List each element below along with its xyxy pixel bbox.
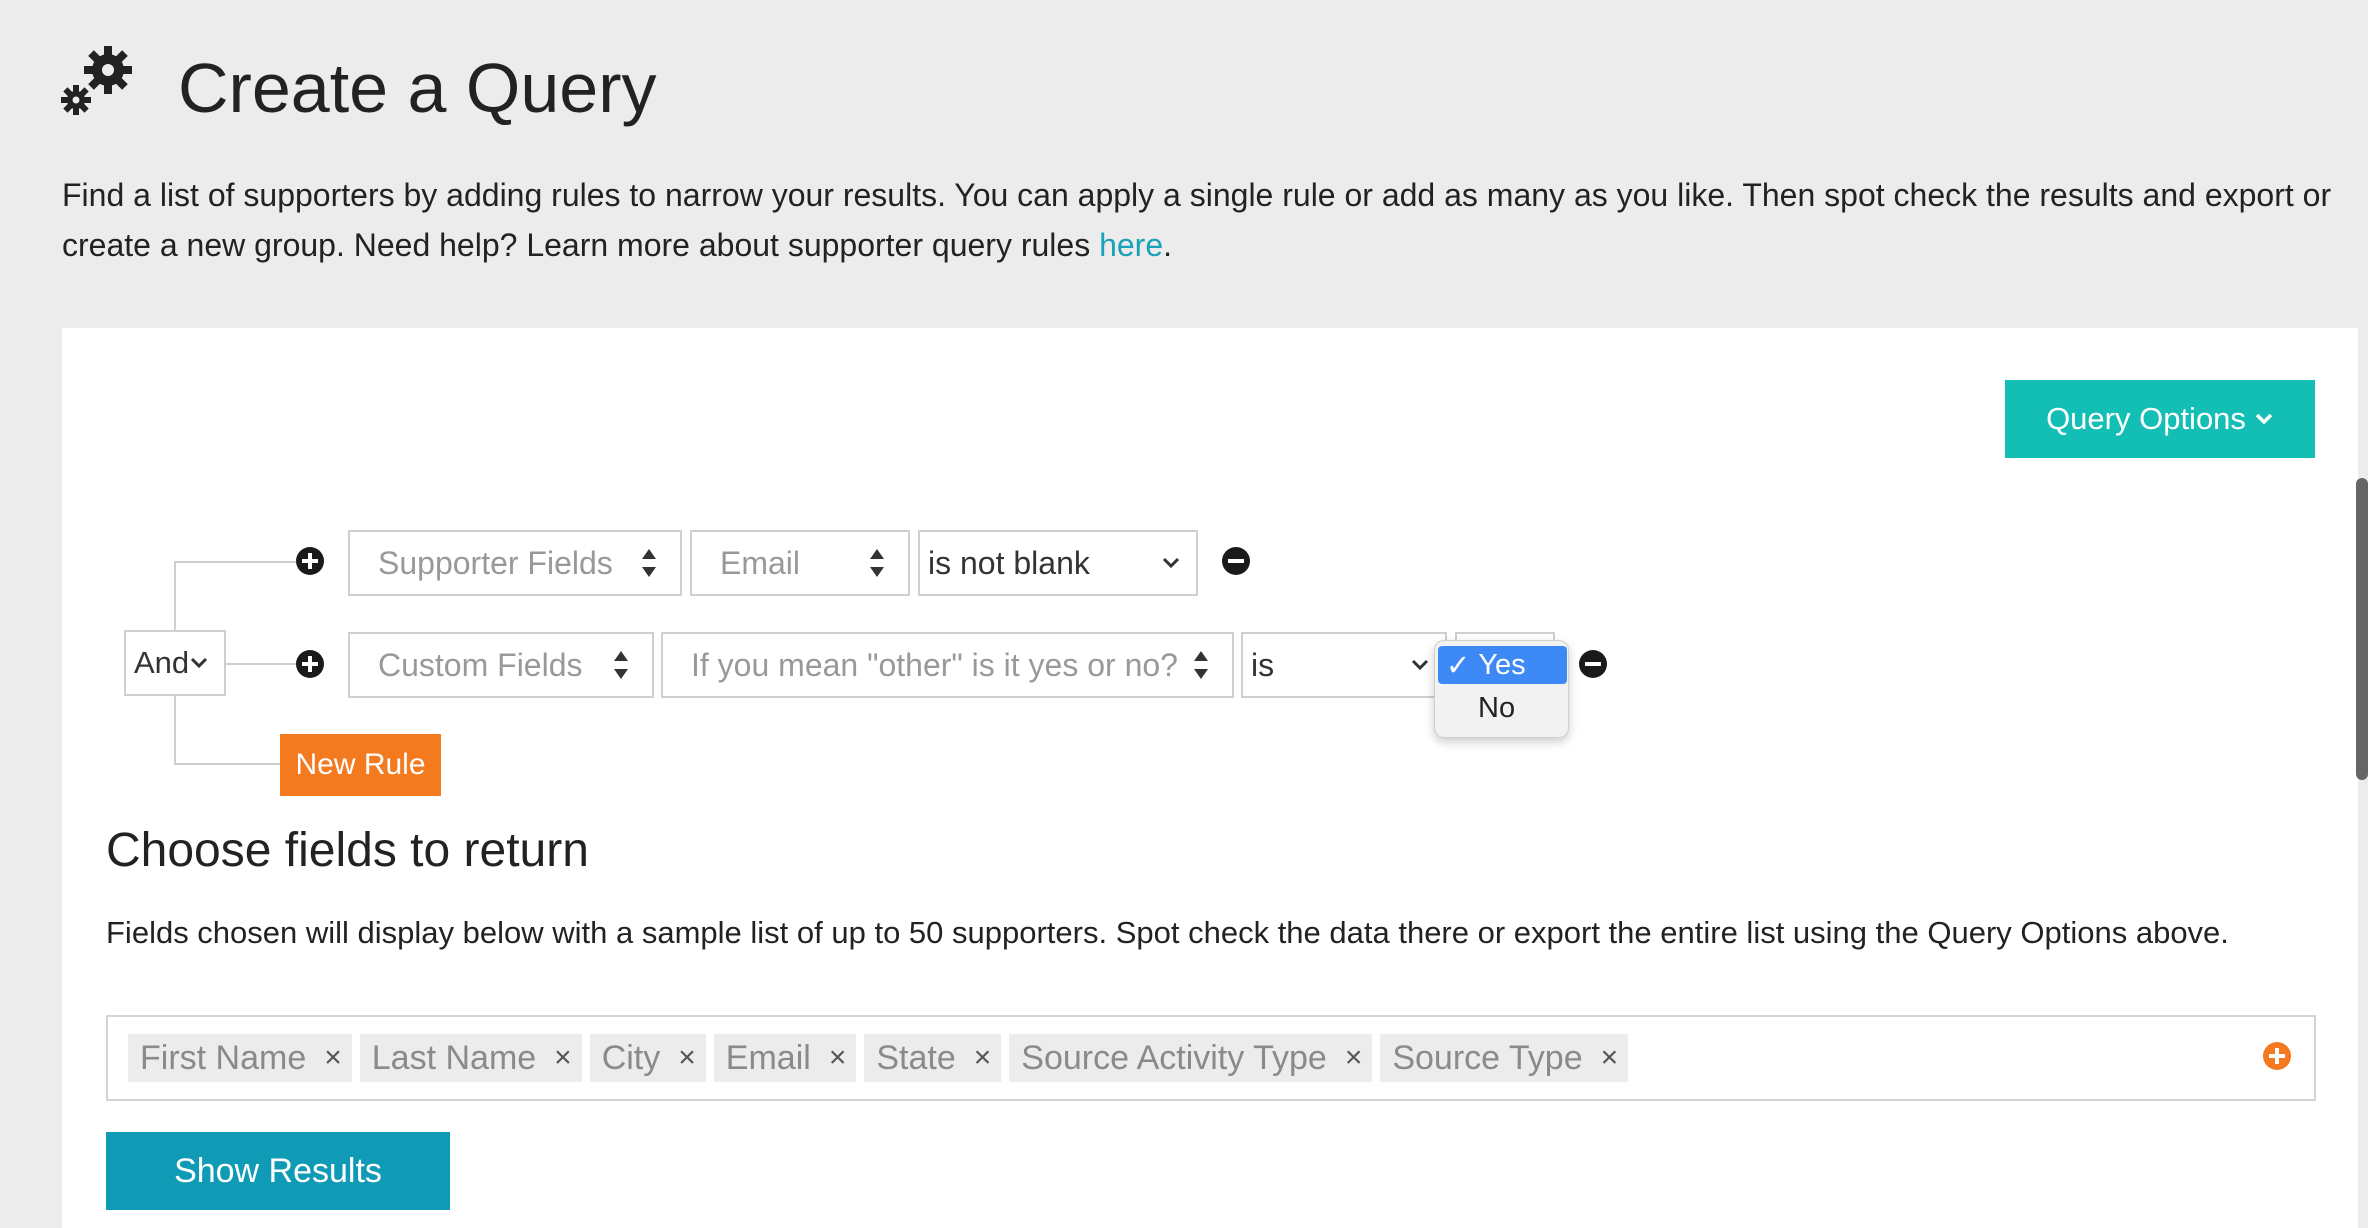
rule-1-operator-value: is not blank bbox=[928, 544, 1090, 581]
field-tag-label: Source Activity Type bbox=[1021, 1038, 1327, 1077]
field-tag-label: State bbox=[876, 1038, 956, 1077]
page-title: Create a Query bbox=[178, 49, 657, 127]
field-tag-label: Source Type bbox=[1392, 1038, 1583, 1077]
gears-icon bbox=[61, 46, 132, 115]
sort-arrows-icon bbox=[1194, 651, 1208, 679]
field-tag-label: Email bbox=[725, 1038, 811, 1077]
rule-2-operator-select[interactable]: is bbox=[1241, 632, 1447, 698]
value-option-no[interactable]: No bbox=[1438, 689, 1567, 727]
logic-operator-select[interactable]: And bbox=[124, 630, 226, 696]
value-option-yes[interactable]: ✓ Yes bbox=[1438, 646, 1567, 684]
section-description: Fields chosen will display below with a … bbox=[106, 915, 2229, 950]
rule-1-category-value: Supporter Fields bbox=[378, 544, 613, 581]
field-tag: Last Name × bbox=[359, 1034, 582, 1082]
add-field-icon[interactable] bbox=[2262, 1041, 2292, 1071]
remove-tag-icon[interactable]: × bbox=[1345, 1041, 1363, 1075]
field-tag: First Name × bbox=[128, 1034, 352, 1082]
chevron-down-icon bbox=[1411, 659, 1429, 671]
query-options-button[interactable]: Query Options bbox=[2005, 380, 2315, 458]
remove-tag-icon[interactable]: × bbox=[554, 1041, 572, 1075]
query-options-label: Query Options bbox=[2046, 401, 2246, 436]
add-rule-icon[interactable] bbox=[295, 649, 325, 679]
intro-text: Find a list of supporters by adding rule… bbox=[62, 170, 2342, 270]
chevron-down-icon bbox=[1162, 557, 1180, 569]
rule-2-category-value: Custom Fields bbox=[378, 646, 583, 683]
fields-select-box[interactable]: First Name × Last Name × City × Email × Stat… bbox=[106, 1015, 2316, 1101]
chevron-down-icon bbox=[190, 657, 208, 669]
remove-tag-icon[interactable]: × bbox=[1601, 1041, 1619, 1075]
remove-tag-icon[interactable]: × bbox=[974, 1041, 992, 1075]
show-results-button[interactable]: Show Results bbox=[106, 1132, 450, 1210]
remove-tag-icon[interactable]: × bbox=[324, 1041, 342, 1075]
scrollbar[interactable] bbox=[2356, 478, 2368, 780]
field-tag-label: Last Name bbox=[371, 1038, 537, 1077]
logic-operator-value: And bbox=[134, 645, 190, 680]
help-link[interactable]: here bbox=[1099, 227, 1163, 263]
intro-body: Find a list of supporters by adding rule… bbox=[62, 177, 2332, 263]
field-tag: Email × bbox=[713, 1034, 857, 1082]
sort-arrows-icon bbox=[870, 549, 884, 577]
rule-1-operator-select[interactable]: is not blank bbox=[918, 530, 1198, 596]
field-tag: Source Type × bbox=[1380, 1034, 1629, 1082]
rule-2-field-select[interactable]: If you mean "other" is it yes or no? bbox=[661, 632, 1234, 698]
rule-1-category-select[interactable]: Supporter Fields bbox=[348, 530, 682, 596]
field-tag-label: City bbox=[601, 1038, 661, 1077]
field-tag: Source Activity Type × bbox=[1009, 1034, 1373, 1082]
rule-2-category-select[interactable]: Custom Fields bbox=[348, 632, 654, 698]
tree-line-top bbox=[174, 561, 296, 563]
add-rule-icon[interactable] bbox=[295, 546, 325, 576]
checkmark-icon: ✓ bbox=[1446, 649, 1471, 682]
rule-2-field-value: If you mean "other" is it yes or no? bbox=[691, 646, 1178, 683]
field-tag: State × bbox=[864, 1034, 1002, 1082]
remove-tag-icon[interactable]: × bbox=[678, 1041, 696, 1075]
new-rule-button[interactable]: New Rule bbox=[280, 734, 441, 796]
rule-1-field-select[interactable]: Email bbox=[690, 530, 910, 596]
section-heading: Choose fields to return bbox=[106, 824, 589, 877]
chevron-down-icon bbox=[2255, 413, 2273, 425]
sort-arrows-icon bbox=[642, 549, 656, 577]
field-tag: City × bbox=[589, 1034, 706, 1082]
rule-2-operator-value: is bbox=[1251, 646, 1275, 683]
remove-rule-icon[interactable] bbox=[1578, 649, 1608, 679]
rule-1-field-value: Email bbox=[720, 544, 801, 581]
value-option-no-label: No bbox=[1478, 691, 1516, 724]
sort-arrows-icon bbox=[614, 651, 628, 679]
value-option-yes-label: Yes bbox=[1478, 648, 1526, 681]
tree-line-bottom bbox=[174, 763, 280, 765]
remove-tag-icon[interactable]: × bbox=[829, 1041, 847, 1075]
value-dropdown-list: ✓ Yes No bbox=[1434, 640, 1569, 738]
remove-rule-icon[interactable] bbox=[1221, 546, 1251, 576]
tree-line-middle bbox=[226, 663, 296, 665]
intro-end: . bbox=[1163, 227, 1173, 263]
field-tag-label: First Name bbox=[140, 1038, 307, 1077]
